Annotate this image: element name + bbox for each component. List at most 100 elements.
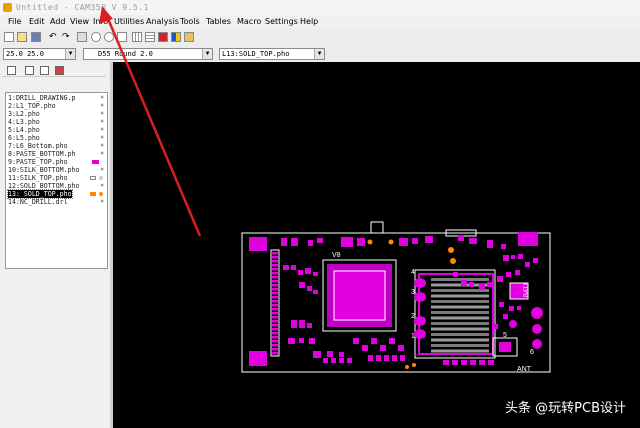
layer-color-swatch[interactable] bbox=[90, 176, 96, 180]
menu-info[interactable]: Info bbox=[93, 15, 108, 29]
silk-label: 2 bbox=[411, 313, 415, 320]
layer-row-active[interactable]: 13: SOLD_TOP.pho bbox=[7, 189, 106, 199]
pad bbox=[452, 360, 458, 365]
menu-edit[interactable]: Edit bbox=[29, 15, 45, 29]
redo-icon[interactable]: ↷ bbox=[62, 32, 72, 42]
pad bbox=[272, 312, 278, 315]
close-icon[interactable]: × bbox=[100, 110, 104, 118]
layer-color-swatch[interactable] bbox=[90, 192, 96, 196]
image-icon[interactable] bbox=[184, 32, 194, 42]
pad bbox=[357, 238, 365, 246]
layer-row[interactable]: 14:NC_DRILL.drl × bbox=[7, 198, 106, 206]
layer-color-swatch[interactable] bbox=[99, 176, 103, 180]
layer-panel-toolbar bbox=[2, 64, 106, 77]
close-icon[interactable]: × bbox=[100, 94, 104, 102]
pad bbox=[272, 272, 278, 275]
open-folder-icon[interactable] bbox=[17, 32, 27, 42]
menu-utilities[interactable]: Utilities bbox=[114, 15, 144, 29]
pad bbox=[362, 345, 368, 351]
palette-icon[interactable] bbox=[171, 32, 181, 42]
layer-row[interactable]: 2:L1_TOP.pho × bbox=[7, 102, 106, 110]
pad bbox=[368, 355, 373, 361]
close-icon[interactable]: × bbox=[100, 142, 104, 150]
close-icon[interactable]: × bbox=[100, 198, 104, 206]
layer-row[interactable]: 12:SOLD_BOTTOM.pho × bbox=[7, 182, 106, 190]
pad bbox=[389, 338, 395, 344]
close-icon[interactable]: × bbox=[100, 150, 104, 158]
layer-row[interactable]: 5:L4.pho × bbox=[7, 126, 106, 134]
pad bbox=[515, 270, 520, 275]
pad bbox=[380, 345, 386, 351]
pad bbox=[272, 328, 278, 331]
menu-settings[interactable]: Settings bbox=[265, 15, 298, 29]
aperture-select[interactable]: D55 Round 2.0 ▼ bbox=[83, 48, 213, 60]
pad bbox=[272, 316, 278, 319]
close-icon[interactable]: × bbox=[100, 118, 104, 126]
grid-icon[interactable] bbox=[132, 32, 142, 42]
menu-add[interactable]: Add bbox=[50, 15, 66, 29]
pad bbox=[503, 255, 509, 261]
new-file-icon[interactable] bbox=[4, 32, 14, 42]
layer-row[interactable]: 1:DRILL_DRAWING.p × bbox=[7, 94, 106, 102]
pad bbox=[499, 302, 504, 307]
zoom-out-icon[interactable] bbox=[104, 32, 114, 42]
layer-select-value: L13:SOLD_TOP.pho bbox=[222, 50, 290, 58]
layer-props-icon[interactable] bbox=[40, 66, 49, 75]
pad bbox=[425, 236, 433, 243]
chevron-down-icon: ▼ bbox=[314, 49, 324, 59]
layer-copy-icon[interactable] bbox=[25, 66, 34, 75]
undo-icon[interactable]: ↶ bbox=[49, 32, 59, 42]
pad bbox=[431, 316, 489, 320]
pad bbox=[353, 338, 359, 344]
snap-icon[interactable] bbox=[145, 32, 155, 42]
pad bbox=[288, 338, 295, 344]
main-toolbar: ↶ ↷ bbox=[0, 29, 640, 47]
menu-analysis[interactable]: Analysis bbox=[146, 15, 179, 29]
menu-tools[interactable]: Tools bbox=[180, 15, 200, 29]
ant-pad bbox=[518, 232, 538, 246]
pad bbox=[371, 338, 377, 344]
layer-row[interactable]: 7:L6_Bottom.pho × bbox=[7, 142, 106, 150]
grid-select[interactable]: 25.0 25.0 ▼ bbox=[3, 48, 76, 60]
layer-name: 7:L6_Bottom.pho bbox=[8, 142, 68, 150]
menu-help[interactable]: Help bbox=[300, 15, 318, 29]
pad bbox=[272, 308, 278, 311]
layer-row[interactable]: 4:L3.pho × bbox=[7, 118, 106, 126]
layer-color-swatch[interactable] bbox=[92, 160, 99, 164]
close-icon[interactable]: × bbox=[100, 126, 104, 134]
pad bbox=[327, 351, 333, 357]
close-icon[interactable]: × bbox=[100, 102, 104, 110]
zoom-in-icon[interactable] bbox=[91, 32, 101, 42]
pad bbox=[305, 268, 311, 274]
layer-select[interactable]: L13:SOLD_TOP.pho ▼ bbox=[219, 48, 325, 60]
pad bbox=[291, 265, 296, 270]
zoom-window-icon[interactable] bbox=[117, 32, 127, 42]
layer-row[interactable]: 9:PASTE_TOP.pho bbox=[7, 158, 106, 166]
layer-add-icon[interactable] bbox=[7, 66, 16, 75]
layer-row[interactable]: 3:L2.pho × bbox=[7, 110, 106, 118]
silk-label: 6 bbox=[530, 349, 534, 356]
save-icon[interactable] bbox=[31, 32, 41, 42]
menu-file[interactable]: File bbox=[8, 15, 21, 29]
close-icon[interactable]: × bbox=[100, 134, 104, 142]
layer-delete-icon[interactable] bbox=[55, 66, 64, 75]
close-icon[interactable]: × bbox=[100, 166, 104, 174]
layer-name: 9:PASTE_TOP.pho bbox=[8, 158, 68, 166]
pad bbox=[431, 322, 489, 325]
close-icon[interactable]: × bbox=[100, 182, 104, 190]
pad bbox=[291, 238, 298, 246]
layer-row[interactable]: 8:PASTE_BOTTOM.ph × bbox=[7, 150, 106, 158]
layer-color-icon[interactable] bbox=[158, 32, 168, 42]
layer-row[interactable]: 10:SILK_BOTTOM.pho × bbox=[7, 166, 106, 174]
pad bbox=[518, 254, 523, 259]
menu-macro[interactable]: Macro bbox=[237, 15, 261, 29]
pad bbox=[272, 340, 278, 343]
layer-row[interactable]: 11:SILK_TOP.pho bbox=[7, 174, 106, 182]
layer-color-swatch[interactable] bbox=[99, 192, 103, 196]
pcb-canvas[interactable]: V8 4 3 2 1 5 6 BAT1 ANT 头条 @玩转PCB设计 bbox=[113, 62, 640, 428]
menu-view[interactable]: View bbox=[70, 15, 89, 29]
layer-row[interactable]: 6:L5.pho × bbox=[7, 134, 106, 142]
menu-tables[interactable]: Tables bbox=[206, 15, 231, 29]
redraw-icon[interactable] bbox=[77, 32, 87, 42]
pad bbox=[291, 320, 297, 328]
